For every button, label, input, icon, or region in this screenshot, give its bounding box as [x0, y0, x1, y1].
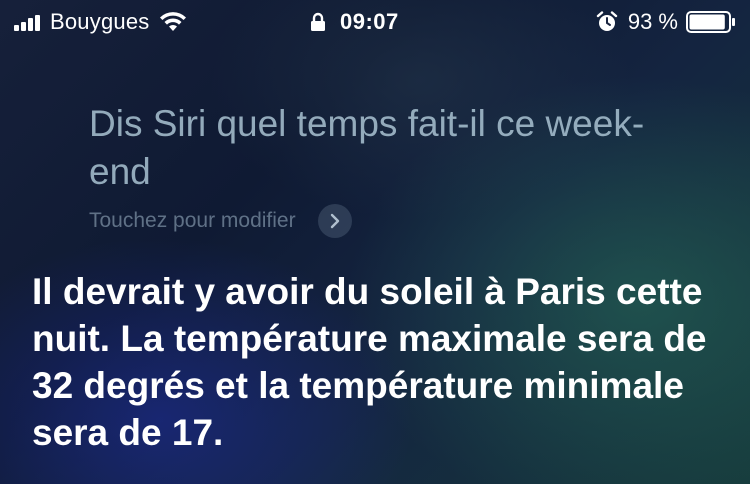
clock-time: 09:07 — [340, 9, 399, 34]
status-bar-center: 09:07 — [310, 9, 399, 35]
wifi-icon — [160, 12, 187, 31]
alarm-icon — [596, 11, 618, 31]
status-bar-left: Bouygues — [14, 9, 187, 35]
siri-response-text: Il devrait y avoir du soleil à Paris cet… — [32, 271, 707, 453]
tap-to-edit-label[interactable]: Touchez pour modifier — [89, 209, 296, 233]
edit-query-button[interactable] — [317, 204, 352, 238]
carrier-name: Bouygues — [50, 9, 150, 34]
battery-percent: 93 % — [627, 9, 678, 34]
tap-to-edit-row[interactable]: Touchez pour modifier — [89, 204, 352, 238]
lock-icon — [311, 12, 325, 31]
chevron-right-icon — [330, 213, 339, 229]
signal-icon — [14, 13, 42, 31]
siri-query-text[interactable]: Dis Siri quel temps fait-il ce week-end — [89, 100, 669, 196]
battery-icon — [686, 11, 735, 33]
status-bar: Bouygues 09:07 93 % — [0, 0, 750, 44]
status-bar-right: 93 % — [596, 9, 736, 35]
